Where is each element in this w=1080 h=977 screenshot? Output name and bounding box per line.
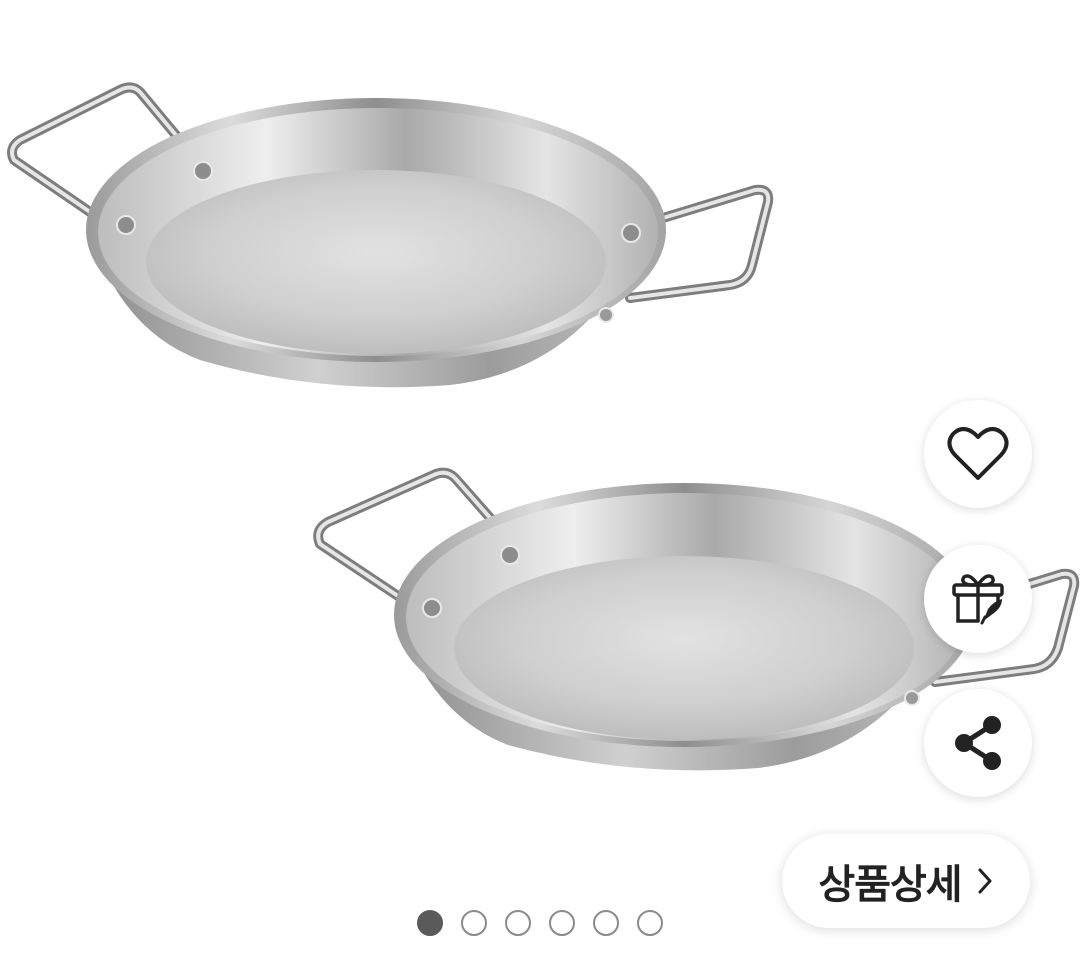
wishlist-button[interactable] xyxy=(924,400,1032,508)
heart-icon xyxy=(947,427,1009,480)
gift-icon xyxy=(952,574,1004,625)
chevron-right-icon xyxy=(978,868,992,894)
pagination-dot[interactable] xyxy=(593,910,619,936)
share-icon xyxy=(955,716,1001,770)
pagination-dot[interactable] xyxy=(461,910,487,936)
pagination-dot[interactable] xyxy=(417,910,443,936)
product-detail-label: 상품상세 xyxy=(818,862,962,908)
share-button[interactable] xyxy=(924,689,1032,797)
product-image-gallery[interactable] xyxy=(0,0,1080,977)
pagination-dot[interactable] xyxy=(549,910,575,936)
pagination-dot[interactable] xyxy=(505,910,531,936)
pan-top xyxy=(7,82,774,388)
pagination-dot[interactable] xyxy=(637,910,663,936)
gift-button[interactable] xyxy=(924,545,1032,653)
product-image xyxy=(7,82,1080,771)
gallery-pagination xyxy=(0,910,1080,942)
